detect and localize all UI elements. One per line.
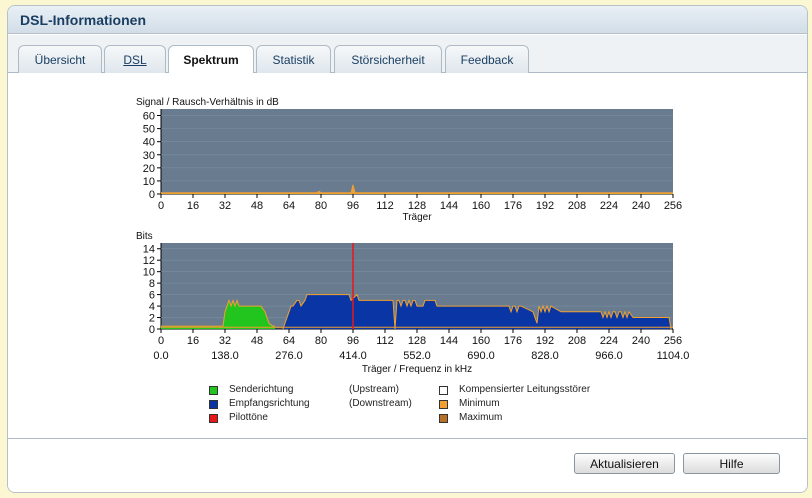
tab-dsl[interactable]: DSL [104, 45, 166, 73]
tab-feedback[interactable]: Feedback [445, 45, 529, 73]
legend-minimum-swatch [439, 400, 448, 409]
legend-minimum-label: Minimum [459, 398, 500, 409]
legend-compensated-swatch [439, 386, 448, 395]
footer: Aktualisieren Hilfe [8, 439, 807, 492]
dsl-info-window: DSL-Informationen Übersicht DSL Spektrum… [7, 5, 808, 493]
legend-downstream-label: Empfangsrichtung [229, 398, 310, 409]
legend-upstream-note: (Upstream) [349, 384, 400, 395]
legend-pilot-swatch [209, 414, 218, 423]
help-button[interactable]: Hilfe [683, 453, 780, 474]
legend-maximum-swatch [439, 414, 448, 423]
tab-bar: Übersicht DSL Spektrum Statistik Störsic… [8, 35, 807, 74]
legend-pilot-label: Pilottöne [229, 412, 268, 423]
spectrum-panel: Signal / Rausch-Verhältnis in dB 60 50 40 30… [8, 73, 807, 438]
window-title: DSL-Informationen [8, 6, 807, 34]
legend-downstream-note: (Downstream) [349, 398, 412, 409]
legend-upstream-swatch [209, 386, 218, 395]
legend-compensated-label: Kompensierter Leitungsstörer [459, 384, 591, 395]
tab-spectrum[interactable]: Spektrum [168, 45, 254, 74]
tab-interference[interactable]: Störsicherheit [334, 45, 442, 73]
tab-overview[interactable]: Übersicht [18, 45, 102, 73]
legend-upstream-label: Senderichtung [229, 384, 294, 395]
chart-legend: Senderichtung (Upstream) Empfangsrichtun… [8, 73, 807, 438]
legend-downstream-swatch [209, 400, 218, 409]
legend-maximum-label: Maximum [459, 412, 503, 423]
tab-statistics[interactable]: Statistik [256, 45, 331, 73]
refresh-button[interactable]: Aktualisieren [574, 453, 675, 474]
